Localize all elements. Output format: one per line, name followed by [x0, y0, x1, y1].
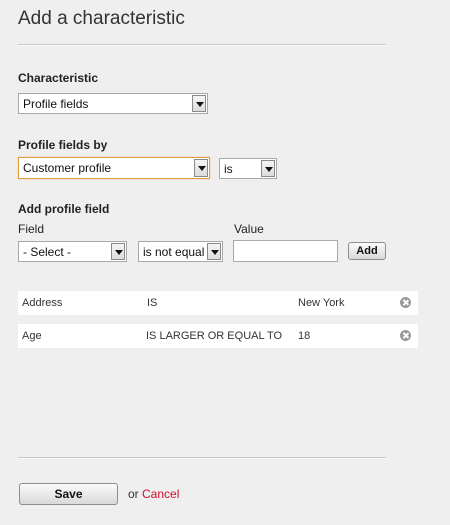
- field-operator-select-value: is not equal: [143, 244, 205, 259]
- rule-row: Address IS New York: [18, 291, 418, 315]
- rule-row: Age IS LARGER OR EQUAL TO 18: [18, 324, 418, 348]
- rule-operator: IS: [147, 297, 158, 309]
- characteristic-select-value: Profile fields: [23, 96, 89, 111]
- value-input[interactable]: [233, 240, 338, 262]
- save-button[interactable]: Save: [19, 483, 118, 505]
- chevron-down-icon: [192, 95, 206, 112]
- or-text: or: [128, 487, 139, 501]
- chevron-down-icon: [261, 160, 275, 177]
- top-divider: [18, 44, 386, 46]
- add-button[interactable]: Add: [348, 242, 386, 260]
- add-profile-field-label: Add profile field: [18, 202, 110, 216]
- profile-operator-select[interactable]: is: [219, 158, 277, 179]
- remove-rule-icon[interactable]: [400, 297, 411, 308]
- characteristic-label: Characteristic: [18, 71, 99, 85]
- field-select-value: - Select -: [23, 244, 72, 259]
- profile-source-select[interactable]: Customer profile: [18, 157, 210, 179]
- chevron-down-icon: [111, 243, 125, 260]
- bottom-divider: [18, 457, 386, 459]
- chevron-down-icon: [207, 243, 221, 260]
- characteristic-select[interactable]: Profile fields: [18, 93, 208, 114]
- profile-source-select-value: Customer profile: [23, 161, 112, 175]
- rule-field: Age: [22, 330, 42, 342]
- add-characteristic-dialog: Add a characteristic Characteristic Prof…: [0, 0, 450, 525]
- field-select[interactable]: - Select -: [18, 241, 127, 262]
- profile-fields-by-label: Profile fields by: [18, 138, 108, 152]
- remove-rule-icon[interactable]: [400, 330, 411, 341]
- rule-operator: IS LARGER OR EQUAL TO: [146, 330, 283, 342]
- field-operator-select[interactable]: is not equal: [138, 241, 223, 262]
- rule-value: 18: [298, 330, 311, 342]
- page-title: Add a characteristic: [18, 8, 185, 29]
- value-column-label: Value: [234, 222, 264, 236]
- rule-value: New York: [298, 297, 345, 309]
- cancel-link[interactable]: Cancel: [142, 487, 179, 501]
- chevron-down-icon: [194, 159, 208, 177]
- profile-operator-select-value: is: [224, 161, 233, 176]
- field-column-label: Field: [18, 222, 45, 236]
- rule-field: Address: [22, 297, 63, 309]
